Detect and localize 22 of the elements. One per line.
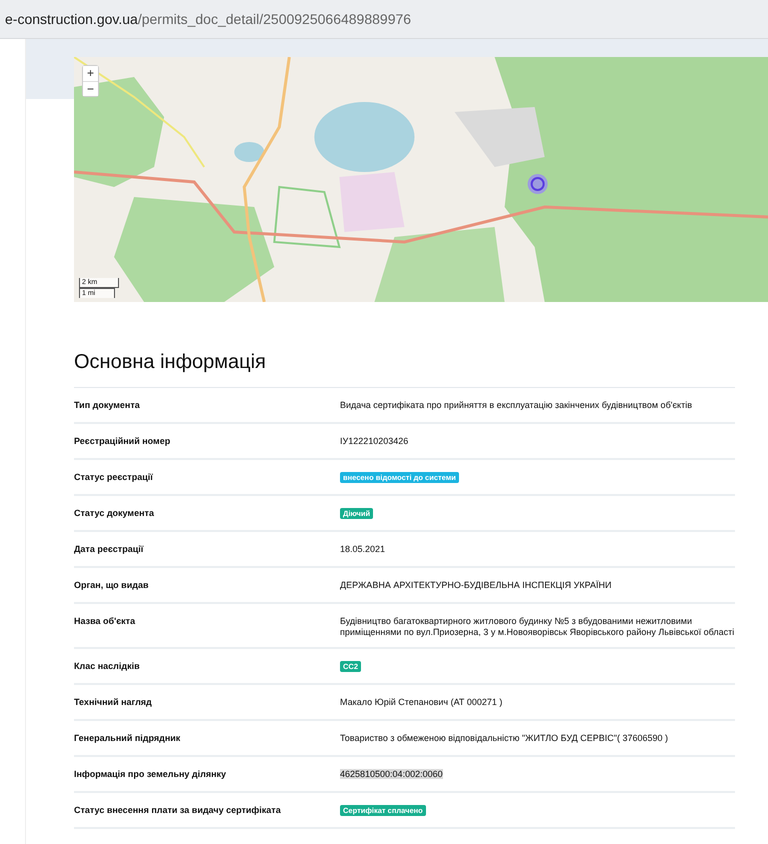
field-value: Будівництво багатоквартирного житлового будинку №5 з вбудованими нежитловими приміщеннями по вул.Приозерна, 3 у м.Новояворівськ Яворівського району Львівської області [340,616,734,637]
section-title: Основна інформація [74,350,267,375]
field-value: Макало Юрій Степанович (АТ 000271 ) [340,697,502,707]
field-label: Статус внесення плати за видачу сертифіката [74,805,282,817]
field-label: Генеральний підрядник [74,733,182,745]
field-value: Видача сертифіката про прийняття в експлуатацію закінчених будівництвом об'єктів [340,400,692,410]
field-label: Назва об'єкта [74,616,136,628]
field-value: ДЕРЖАВНА АРХІТЕКТУРНО-БУДІВЕЛЬНА ІНСПЕКЦІЯ УКРАЇНИ [340,580,612,590]
field-value: 4625810500:04:002:0060 [340,769,443,779]
field-label: Орган, що видав [74,580,150,592]
field-label: Технічний нагляд [74,697,153,709]
field-label: Інформація про земельну ділянку [74,769,228,781]
field-label: Статус реєстрації [74,472,154,484]
field-label: Дата реєстрації [74,544,144,556]
field-value: Товариство з обмеженою відповідальністю "ЖИТЛО БУД СЕРВІС"( 37606590 ) [340,733,668,743]
zoom-out-button[interactable]: − [83,81,98,96]
field-value: 18.05.2021 [340,544,386,554]
field-value: ІУ122210203426 [340,436,408,446]
field-label: Статус документа [74,508,155,520]
field-label: Тип документа [74,400,141,412]
field-label: Реєстраційний номер [74,436,172,448]
field-label: Клас наслідків [74,661,141,673]
